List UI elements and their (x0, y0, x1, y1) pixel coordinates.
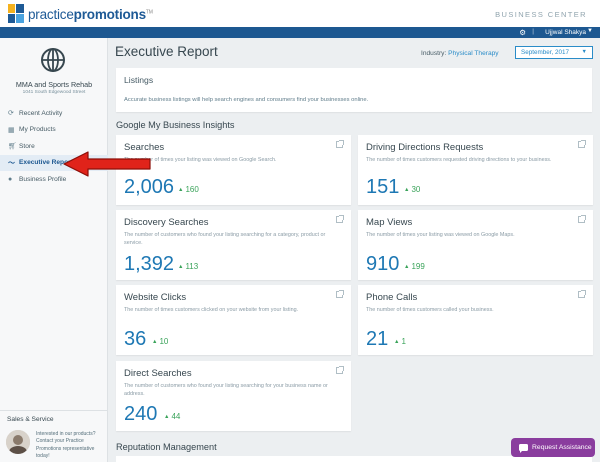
sidebar-item-label: Business Profile (19, 175, 67, 183)
chevron-down-icon: ▼ (581, 49, 587, 55)
request-assistance-button[interactable]: Request Assistance (511, 438, 595, 457)
card-description: The number of times your listing was vie… (366, 232, 515, 238)
card-delta: ▲ 30 (404, 185, 421, 194)
card-title: Map Views (366, 217, 413, 228)
app-label: BUSINESS CENTER (495, 10, 587, 19)
page-title: Executive Report (115, 44, 218, 59)
card-delta: ▲ 1 (394, 337, 406, 346)
brand-name: practicepromotionsTM (28, 6, 153, 22)
logo-mark-icon (8, 4, 25, 24)
divider: | (532, 28, 534, 35)
card-description: The number of times customers clicked on… (124, 307, 299, 313)
card-direct-searches: Direct Searches The number of customers … (116, 361, 351, 431)
industry-link[interactable]: Physical Therapy (448, 50, 498, 57)
business-name: MMA and Sports Rehab (15, 80, 93, 89)
gmb-section-title: Google My Business Insights (116, 120, 235, 130)
card-map-views: Map Views The number of times your listi… (358, 210, 593, 280)
card-title: Phone Calls (366, 292, 418, 303)
globe-icon (41, 48, 65, 72)
sales-contact-text: Interested in our products? Contact your… (36, 431, 96, 459)
card-value: 21 (366, 328, 389, 350)
card-value: 151 (366, 176, 400, 198)
card-value: 1,392 (124, 253, 175, 275)
listings-card: Listings Accurate business listings will… (116, 68, 592, 112)
card-value: 2,006 (124, 176, 175, 198)
external-link-icon[interactable] (336, 140, 344, 148)
arrow-up-icon: ▲ (152, 339, 158, 345)
sidebar-item-recent-activity[interactable]: ⟳ Recent Activity (0, 105, 108, 122)
card-value: 36 (124, 328, 147, 350)
external-link-icon[interactable] (578, 215, 586, 223)
divider (0, 410, 108, 411)
avatar (6, 430, 30, 454)
card-value: 240 (124, 403, 158, 425)
grid-icon: ▦ (8, 126, 15, 134)
card-title: Driving Directions Requests (366, 142, 484, 153)
card-driving-directions: Driving Directions Requests The number o… (358, 135, 593, 205)
external-link-icon[interactable] (336, 215, 344, 223)
card-title: Discovery Searches (124, 217, 209, 228)
cart-icon: 🛒︎ (8, 143, 17, 151)
chat-bubble-icon (519, 444, 528, 453)
card-description: The number of times customers requested … (366, 157, 552, 163)
card-delta: ▲ 10 (152, 337, 169, 346)
sidebar-item-my-products[interactable]: ▦ My Products (0, 122, 108, 139)
card-discovery-searches: Discovery Searches The number of custome… (116, 210, 351, 280)
card-value: 910 (366, 253, 400, 275)
reputation-section-title: Reputation Management (116, 442, 217, 452)
chevron-down-icon[interactable]: ▼ (587, 28, 593, 34)
card-title: Direct Searches (124, 368, 192, 379)
sidebar-item-label: My Products (19, 126, 56, 134)
card-delta: ▲ 44 (164, 412, 181, 421)
card-phone-calls: Phone Calls The number of times customer… (358, 285, 593, 355)
business-address: 1041 South Edgewood Street (22, 90, 86, 95)
card-title: Website Clicks (124, 292, 187, 303)
month-select[interactable]: September, 2017 ▼ (515, 46, 593, 59)
arrow-up-icon: ▲ (178, 187, 184, 193)
external-link-icon[interactable] (578, 290, 586, 298)
arrow-up-icon: ▲ (164, 414, 170, 420)
listings-title: Listings (124, 75, 154, 85)
arrow-up-icon: ▲ (404, 264, 410, 270)
industry-info: Industry: Physical Therapy (421, 50, 499, 57)
card-description: The number of times your listing was vie… (124, 157, 277, 163)
sidebar-item-label: Store (19, 142, 35, 150)
sidebar-item-label: Recent Activity (19, 109, 63, 117)
external-link-icon[interactable] (336, 290, 344, 298)
top-header: practicepromotionsTM BUSINESS CENTER (0, 0, 600, 27)
external-link-icon[interactable] (578, 140, 586, 148)
arrow-up-icon: ▲ (178, 264, 184, 270)
arrow-up-icon: ▲ (394, 339, 400, 345)
card-website-clicks: Website Clicks The number of times custo… (116, 285, 351, 355)
sidebar: MMA and Sports Rehab 1041 South Edgewood… (0, 38, 108, 462)
gear-icon[interactable]: ⚙ (519, 28, 526, 37)
pin-icon: ● (8, 175, 13, 183)
trend-icon: 〜 (8, 159, 15, 167)
card-description: The number of times customers called you… (366, 307, 494, 313)
card-delta: ▲ 113 (178, 262, 199, 271)
card-description: The number of customers who found your l… (124, 232, 326, 246)
sales-service-title: Sales & Service (7, 416, 54, 423)
external-link-icon[interactable] (336, 366, 344, 374)
user-menu[interactable]: Ujjwal Shakya (545, 29, 586, 36)
refresh-icon: ⟳ (8, 110, 14, 118)
annotation-arrow-icon (63, 151, 151, 177)
brand-logo[interactable]: practicepromotionsTM (8, 4, 153, 24)
user-bar: ⚙ | Ujjwal Shakya ▼ (0, 27, 600, 38)
listings-description: Accurate business listings will help sea… (124, 97, 369, 103)
card-description: The number of customers who found your l… (124, 383, 328, 397)
card-delta: ▲ 199 (404, 262, 425, 271)
card-delta: ▲ 160 (178, 185, 199, 194)
arrow-up-icon: ▲ (404, 187, 410, 193)
